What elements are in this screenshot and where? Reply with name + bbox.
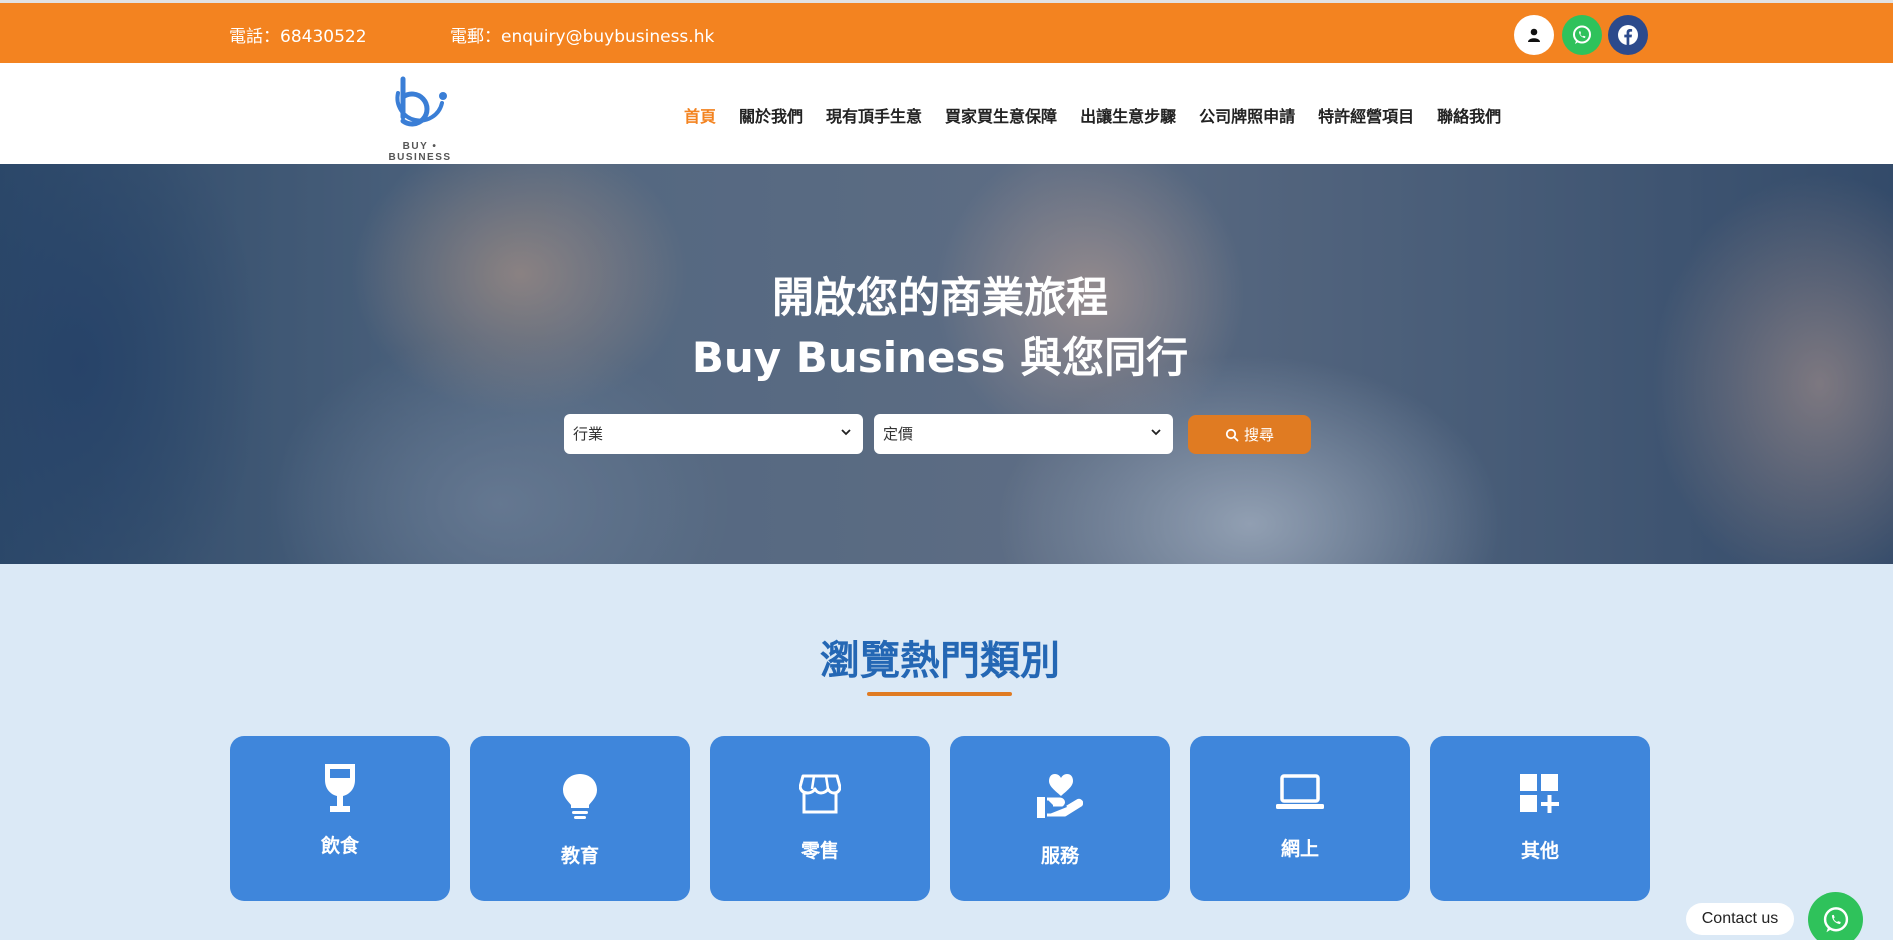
price-select-value: 定價 <box>883 425 914 443</box>
email-text[interactable]: 電郵：enquiry@buybusiness.hk <box>450 22 714 47</box>
nav-license-application[interactable]: 公司牌照申請 <box>1199 103 1295 127</box>
facebook-icon <box>1618 25 1638 45</box>
category-card-other[interactable]: 其他 <box>1430 736 1650 901</box>
category-card-education[interactable]: 教育 <box>470 736 690 901</box>
site-header: BUY • BUSINESS 首頁 關於我們 現有頂手生意 買家買生意保障 出讓… <box>0 63 1893 164</box>
user-account-button[interactable] <box>1514 15 1554 55</box>
whatsapp-button[interactable] <box>1562 15 1602 55</box>
category-card-services[interactable]: 服務 <box>950 736 1170 901</box>
nav-buyer-protection[interactable]: 買家買生意保障 <box>945 103 1057 127</box>
category-card-online[interactable]: 網上 <box>1190 736 1410 901</box>
price-select[interactable]: 定價 <box>874 414 1173 454</box>
facebook-button[interactable] <box>1608 15 1648 55</box>
lightbulb-icon <box>563 774 597 819</box>
top-bar: 電話：68430522 電郵：enquiry@buybusiness.hk <box>0 0 1893 63</box>
industry-select[interactable]: 行業 <box>564 414 863 454</box>
category-label-education: 教育 <box>560 845 599 867</box>
chevron-down-icon <box>841 429 851 436</box>
search-button-label: 搜尋 <box>1243 426 1274 444</box>
laptop-icon <box>1276 774 1324 809</box>
search-icon <box>1225 428 1239 441</box>
chevron-down-icon <box>1151 429 1161 436</box>
nav-sell-steps[interactable]: 出讓生意步驟 <box>1080 103 1176 127</box>
store-icon <box>799 774 841 814</box>
contact-us-label[interactable]: Contact us <box>1686 903 1794 935</box>
category-label-retail: 零售 <box>800 840 839 862</box>
nav-contact[interactable]: 聯絡我們 <box>1437 103 1501 127</box>
user-icon <box>1528 28 1540 42</box>
hand-heart-icon <box>1037 774 1083 818</box>
logo-mark-icon <box>395 76 447 127</box>
logo-text: BUY • BUSINESS <box>388 141 452 163</box>
hero-title-line1: 開啟您的商業旅程 <box>771 273 1108 322</box>
category-label-services: 服務 <box>1040 845 1079 867</box>
grid-plus-icon <box>1520 774 1559 813</box>
title-underline <box>867 692 1012 696</box>
hero-title: 開啟您的商業旅程 Buy Business 與您同行 <box>0 268 1880 388</box>
nav-franchise[interactable]: 特許經營項目 <box>1318 103 1414 127</box>
hero-banner: 開啟您的商業旅程 Buy Business 與您同行 行業 定價 搜尋 <box>0 164 1893 564</box>
nav-home[interactable]: 首頁 <box>684 103 716 127</box>
categories-title: 瀏覽熱門類別 <box>820 638 1060 684</box>
hero-title-line2: Buy Business 與您同行 <box>691 333 1189 382</box>
phone-text[interactable]: 電話：68430522 <box>229 22 367 47</box>
category-label-online: 網上 <box>1280 838 1319 860</box>
category-label-other: 其他 <box>1520 840 1559 862</box>
nav-businesses-for-sale[interactable]: 現有頂手生意 <box>826 103 922 127</box>
category-card-retail[interactable]: 零售 <box>710 736 930 901</box>
whatsapp-float-button[interactable] <box>1808 892 1863 940</box>
category-card-food[interactable]: 飲食 <box>230 736 450 901</box>
search-button[interactable]: 搜尋 <box>1188 415 1311 454</box>
category-cards: 飲食 教育 零售 服務 網上 其他 <box>230 736 1650 901</box>
wine-glass-icon <box>325 764 355 812</box>
whatsapp-icon <box>1573 25 1591 44</box>
main-nav: 首頁 關於我們 現有頂手生意 買家買生意保障 出讓生意步驟 公司牌照申請 特許經… <box>684 103 1524 127</box>
industry-select-value: 行業 <box>573 425 604 443</box>
whatsapp-icon <box>1823 906 1848 932</box>
nav-about[interactable]: 關於我們 <box>739 103 803 127</box>
category-label-food: 飲食 <box>320 835 359 857</box>
brand-logo[interactable]: BUY • BUSINESS <box>372 73 468 163</box>
